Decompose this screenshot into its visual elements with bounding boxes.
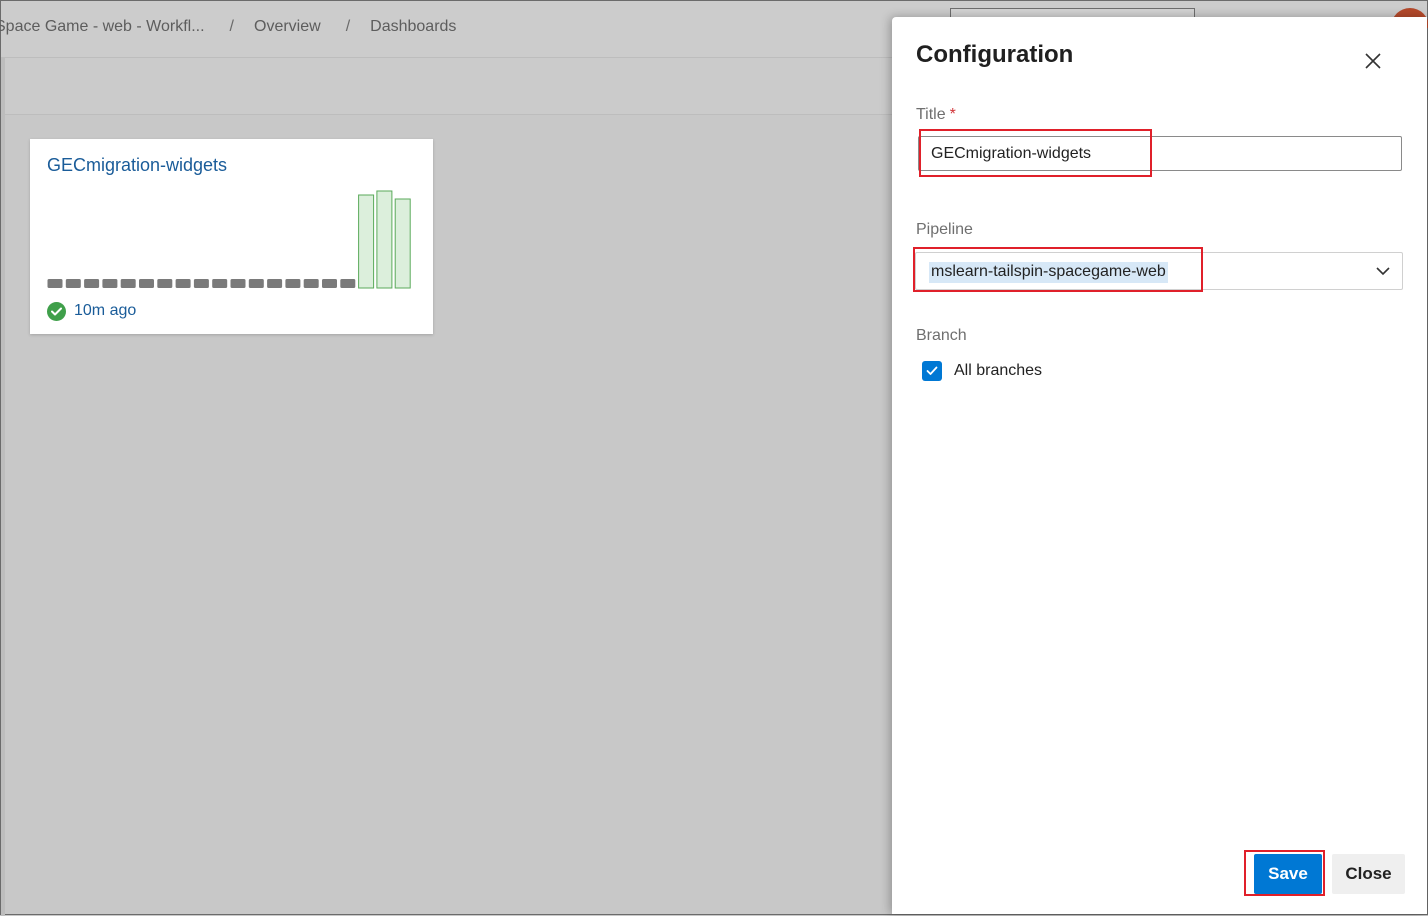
build-bar[interactable] bbox=[139, 279, 154, 288]
build-bar[interactable] bbox=[193, 279, 209, 288]
build-bar[interactable] bbox=[120, 279, 136, 288]
chevron-down-icon bbox=[1376, 267, 1390, 276]
build-bar[interactable] bbox=[285, 279, 301, 288]
breadcrumb-project[interactable]: Space Game - web - Workfl... bbox=[0, 18, 205, 36]
build-bar[interactable] bbox=[248, 279, 264, 288]
breadcrumb-dashboards[interactable]: Dashboards bbox=[370, 18, 456, 36]
title-input[interactable] bbox=[918, 136, 1402, 171]
build-bar[interactable] bbox=[175, 279, 191, 288]
pipeline-selected-value: mslearn-tailspin-spacegame-web bbox=[929, 262, 1168, 283]
build-bar[interactable] bbox=[340, 279, 356, 288]
build-bar[interactable] bbox=[394, 198, 411, 289]
title-label-text: Title bbox=[916, 106, 946, 123]
required-marker: * bbox=[949, 106, 956, 123]
check-circle-icon bbox=[47, 301, 66, 321]
build-bar[interactable] bbox=[358, 194, 375, 289]
title-label: Title * bbox=[916, 106, 956, 124]
build-history-widget[interactable]: GECmigration-widgets 10m ago bbox=[30, 139, 433, 334]
close-icon[interactable] bbox=[1362, 50, 1384, 72]
close-button[interactable]: Close bbox=[1332, 854, 1405, 894]
build-bar[interactable] bbox=[212, 279, 228, 288]
build-bar[interactable] bbox=[376, 190, 393, 289]
build-bar[interactable] bbox=[322, 279, 337, 288]
left-rail bbox=[1, 58, 5, 916]
build-bar[interactable] bbox=[84, 279, 100, 288]
breadcrumb-overview[interactable]: Overview bbox=[254, 18, 321, 36]
build-bar[interactable] bbox=[230, 279, 246, 288]
breadcrumb: Space Game - web - Workfl... / Overview / Da… bbox=[0, 18, 456, 36]
pipeline-label: Pipeline bbox=[916, 221, 973, 238]
all-branches-label[interactable]: All branches bbox=[954, 362, 1042, 380]
build-bar[interactable] bbox=[102, 279, 118, 288]
build-bar[interactable] bbox=[157, 279, 173, 288]
all-branches-checkbox[interactable] bbox=[922, 361, 942, 381]
last-build-status: 10m ago bbox=[47, 300, 136, 322]
build-bar[interactable] bbox=[303, 279, 319, 288]
save-button[interactable]: Save bbox=[1254, 854, 1322, 894]
pipeline-dropdown[interactable]: mslearn-tailspin-spacegame-web bbox=[915, 252, 1403, 290]
build-bar[interactable] bbox=[65, 279, 81, 288]
app-window: Space Game - web - Workfl... / Overview / Da… bbox=[0, 0, 1428, 916]
build-bar[interactable] bbox=[47, 279, 63, 288]
breadcrumb-separator: / bbox=[345, 18, 351, 35]
branch-label: Branch bbox=[916, 327, 967, 344]
build-bar[interactable] bbox=[267, 279, 283, 288]
build-history-chart bbox=[47, 190, 411, 289]
configuration-panel: Configuration Title* Pipeline mslearn-ta… bbox=[892, 17, 1427, 914]
last-build-time[interactable]: 10m ago bbox=[74, 302, 136, 320]
widget-title[interactable]: GECmigration-widgets bbox=[47, 155, 227, 176]
panel-title: Configuration bbox=[916, 41, 1074, 68]
breadcrumb-separator: / bbox=[229, 18, 234, 35]
